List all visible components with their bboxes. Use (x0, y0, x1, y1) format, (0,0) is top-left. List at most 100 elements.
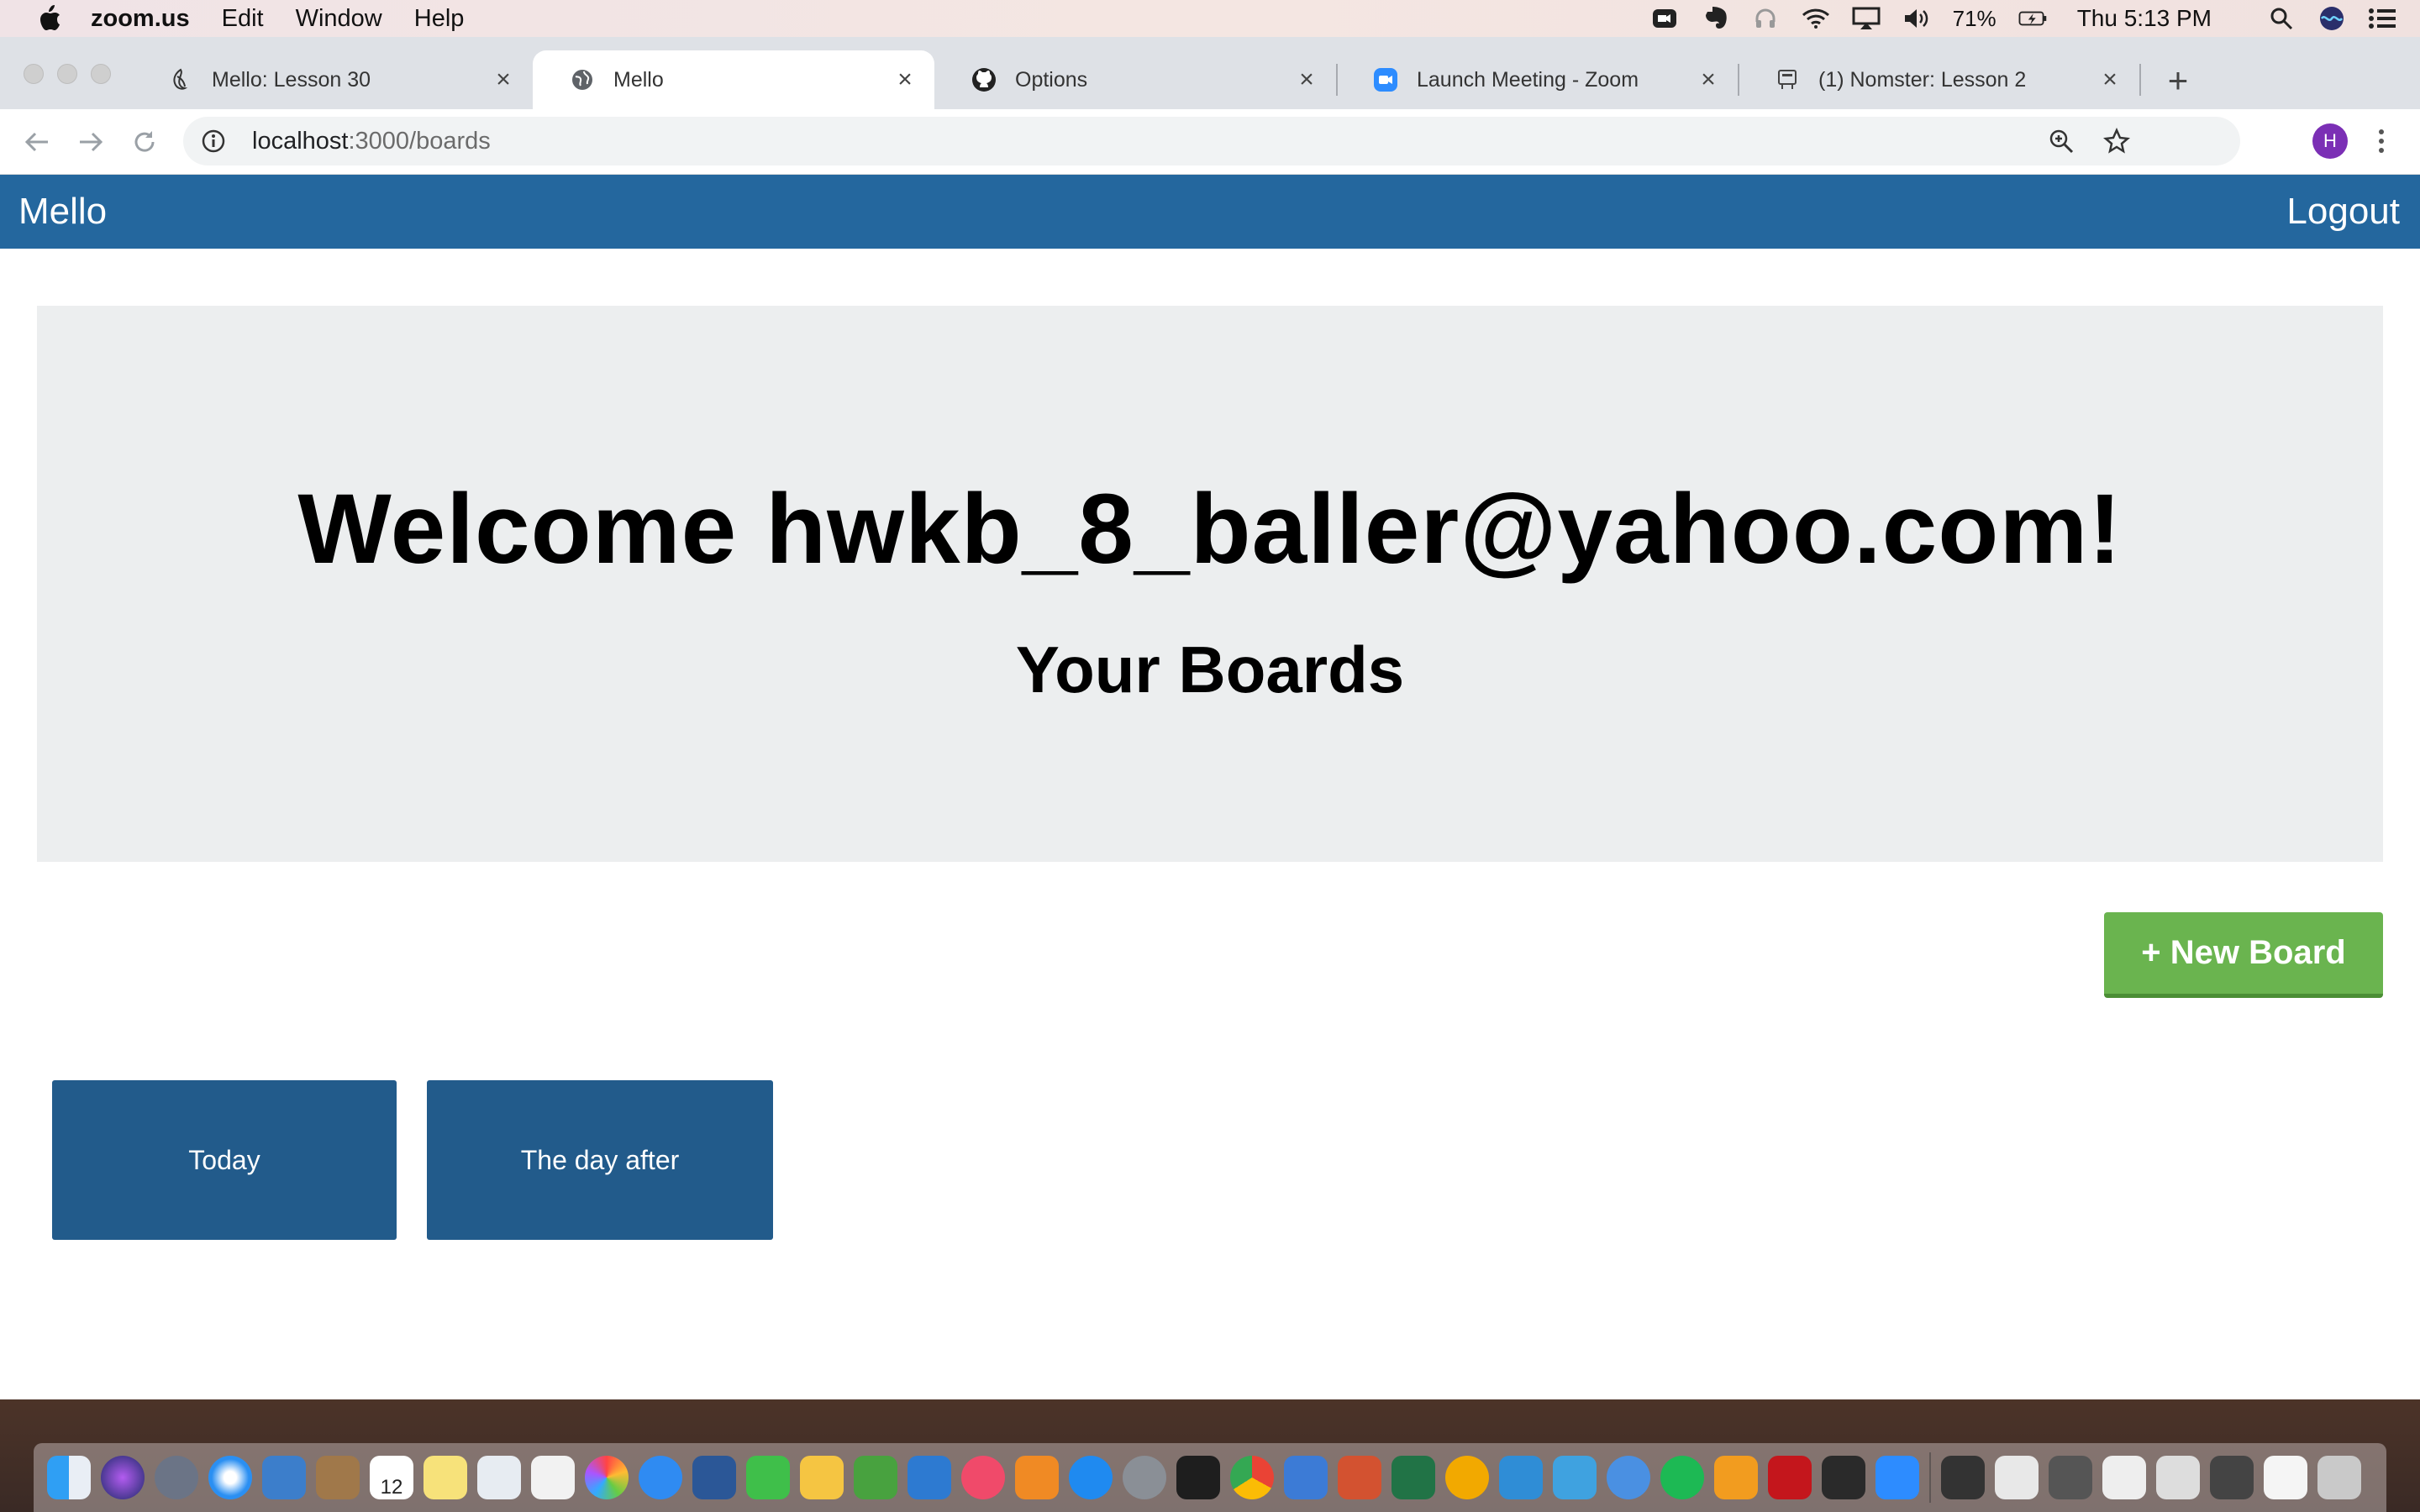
dock-separator (1929, 1452, 1931, 1503)
kindle-icon[interactable] (1822, 1456, 1865, 1499)
word-icon[interactable] (692, 1456, 736, 1499)
reload-icon[interactable] (126, 123, 163, 160)
notes-icon[interactable] (424, 1456, 467, 1499)
app-navbar: Mello Logout (0, 175, 2420, 249)
ibooks-icon[interactable] (1015, 1456, 1059, 1499)
profile-avatar[interactable]: H (2312, 123, 2348, 159)
welcome-heading: Welcome hwkb_8_baller@yahoo.com! (297, 474, 2123, 585)
numbers-icon[interactable] (854, 1456, 897, 1499)
close-tab-icon[interactable]: × (1294, 66, 1319, 93)
teams-icon[interactable] (1553, 1456, 1597, 1499)
brand-link[interactable]: Mello (18, 191, 107, 233)
minimized-window-thumbnail[interactable] (2210, 1456, 2254, 1499)
close-tab-icon[interactable]: × (892, 66, 918, 93)
window-controls (24, 64, 111, 84)
browser-window: Mello: Lesson 30 × Mello × Options × Lau… (0, 37, 2420, 1399)
minimized-window-thumbnail[interactable] (2102, 1456, 2146, 1499)
minimize-window-button[interactable] (57, 64, 77, 84)
back-arrow-icon[interactable] (18, 123, 55, 160)
c-app-icon[interactable] (1499, 1456, 1543, 1499)
itunes-icon[interactable] (961, 1456, 1005, 1499)
address-bar[interactable]: localhost:3000/boards (183, 117, 2240, 165)
close-tab-icon[interactable]: × (2097, 66, 2123, 93)
board-tile-today[interactable]: Today (52, 1080, 397, 1240)
messages-icon[interactable] (639, 1456, 682, 1499)
app-menu-zoom[interactable]: zoom.us (91, 5, 190, 33)
launchpad-icon[interactable] (155, 1456, 198, 1499)
tab-mello-lesson-30[interactable]: Mello: Lesson 30 × (131, 50, 533, 109)
system-preferences-icon[interactable] (1123, 1456, 1166, 1499)
siri-dock-icon[interactable] (101, 1456, 145, 1499)
tab-title: Launch Meeting - Zoom (1417, 67, 1639, 92)
menu-window[interactable]: Window (296, 5, 382, 33)
new-board-button[interactable]: + New Board (2104, 912, 2383, 998)
word-alt-icon[interactable] (1284, 1456, 1328, 1499)
url-host: localhost (252, 127, 349, 155)
close-tab-icon[interactable]: × (491, 66, 516, 93)
forward-arrow-icon[interactable] (72, 123, 109, 160)
logout-link[interactable]: Logout (2286, 191, 2400, 233)
welcome-jumbotron: Welcome hwkb_8_baller@yahoo.com! Your Bo… (37, 306, 2383, 862)
photos-icon[interactable] (585, 1456, 629, 1499)
apple-icon[interactable] (34, 3, 66, 34)
evernote-icon[interactable] (1701, 6, 1729, 31)
minimized-window-thumbnail[interactable] (1995, 1456, 2039, 1499)
spotlight-search-icon[interactable] (2267, 6, 2296, 31)
keynote-icon[interactable] (908, 1456, 951, 1499)
zoom-dock-icon[interactable] (1876, 1456, 1919, 1499)
bookmark-star-icon[interactable] (2102, 127, 2131, 155)
excel-icon[interactable] (1392, 1456, 1435, 1499)
minimized-window-thumbnail[interactable] (1941, 1456, 1985, 1499)
trash-icon[interactable] (2317, 1456, 2361, 1499)
sublime-text-icon[interactable] (1714, 1456, 1758, 1499)
menubar-clock[interactable]: Thu 5:13 PM (2077, 5, 2212, 32)
calendar-icon[interactable]: 12 (370, 1456, 413, 1499)
minimized-window-thumbnail[interactable] (2156, 1456, 2200, 1499)
volume-icon[interactable] (1902, 6, 1931, 31)
new-tab-plus-icon[interactable]: + (2160, 60, 2196, 100)
tab-mello[interactable]: Mello × (533, 50, 934, 109)
terminal-icon[interactable] (1176, 1456, 1220, 1499)
pages-icon[interactable] (800, 1456, 844, 1499)
tab-options[interactable]: Options × (934, 50, 1336, 109)
close-window-button[interactable] (24, 64, 44, 84)
close-tab-icon[interactable]: × (1696, 66, 1721, 93)
powerpoint-icon[interactable] (1338, 1456, 1381, 1499)
finder-icon[interactable] (47, 1456, 91, 1499)
mail-icon[interactable] (262, 1456, 306, 1499)
safari-icon[interactable] (208, 1456, 252, 1499)
wifi-icon[interactable] (1802, 6, 1830, 31)
headphones-icon[interactable] (1751, 6, 1780, 31)
preview-icon[interactable] (477, 1456, 521, 1499)
menu-edit[interactable]: Edit (222, 5, 264, 33)
outlook-icon[interactable] (1445, 1456, 1489, 1499)
airplay-icon[interactable] (1852, 6, 1881, 31)
siri-icon[interactable] (2317, 6, 2346, 31)
network-icon[interactable] (1607, 1456, 1650, 1499)
facetime-icon[interactable] (746, 1456, 790, 1499)
notification-center-icon[interactable] (2368, 6, 2396, 31)
menu-help[interactable]: Help (414, 5, 465, 33)
app-store-icon[interactable] (1069, 1456, 1113, 1499)
board-tile-the-day-after[interactable]: The day after (427, 1080, 773, 1240)
tab-launch-meeting-zoom[interactable]: Launch Meeting - Zoom × (1336, 50, 1738, 109)
minimized-window-thumbnail[interactable] (2264, 1456, 2307, 1499)
zoom-status-icon[interactable] (1650, 6, 1679, 31)
acrobat-icon[interactable] (1768, 1456, 1812, 1499)
tab-title: Mello: Lesson 30 (212, 67, 371, 92)
info-icon[interactable] (200, 128, 227, 155)
chrome-icon[interactable] (1230, 1456, 1274, 1499)
tab-nomster-lesson-2[interactable]: (1) Nomster: Lesson 2 × (1738, 50, 2139, 109)
maximize-window-button[interactable] (91, 64, 111, 84)
contacts-icon[interactable] (316, 1456, 360, 1499)
battery-icon[interactable] (2018, 6, 2047, 31)
zoom-magnifier-icon[interactable] (2047, 127, 2075, 155)
tab-strip: Mello: Lesson 30 × Mello × Options × Lau… (0, 37, 2420, 109)
spotify-icon[interactable] (1660, 1456, 1704, 1499)
browser-menu-icon[interactable] (2368, 123, 2395, 159)
github-icon (971, 67, 997, 92)
desktop-background: 12 (0, 1399, 2420, 1512)
tab-title: Options (1015, 67, 1088, 92)
reminders-icon[interactable] (531, 1456, 575, 1499)
minimized-window-thumbnail[interactable] (2049, 1456, 2092, 1499)
